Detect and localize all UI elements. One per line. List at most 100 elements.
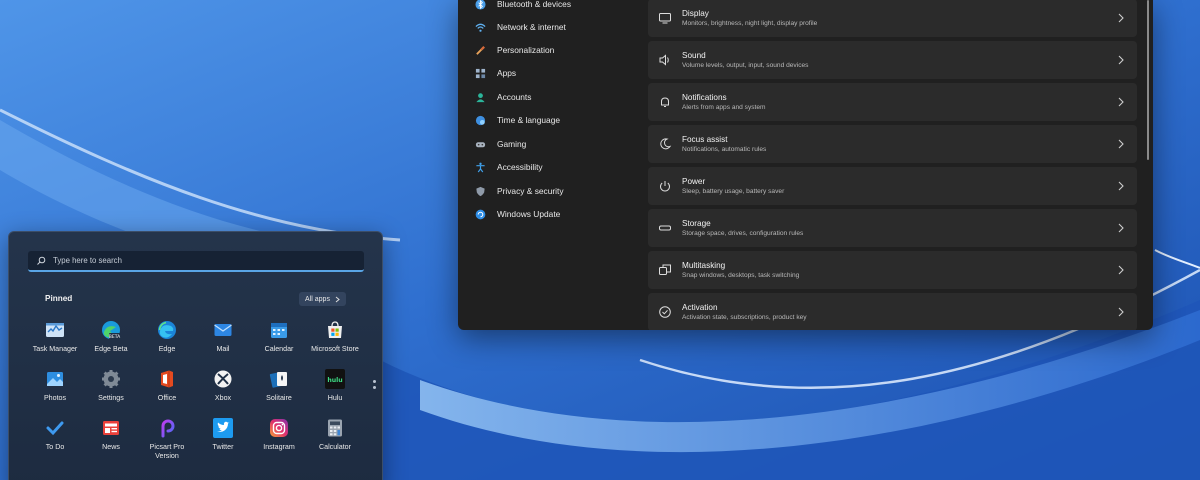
picsart-icon	[157, 418, 177, 438]
xbox-icon	[213, 369, 233, 389]
card-multitasking[interactable]: Multitasking Snap windows, desktops, task…	[648, 251, 1137, 289]
instagram-icon	[269, 418, 289, 438]
nav-label: Personalization	[497, 45, 555, 55]
pinned-app-xbox[interactable]: Xbox	[193, 369, 253, 403]
pinned-app-instagram[interactable]: Instagram	[249, 418, 309, 452]
app-label: News	[102, 443, 120, 451]
edge-beta-icon: BETA	[101, 320, 121, 340]
card-sound[interactable]: Sound Volume levels, output, input, sound…	[648, 41, 1137, 79]
brush-icon	[473, 43, 487, 57]
all-apps-button[interactable]: All apps	[299, 292, 346, 306]
app-label: Hulu	[327, 394, 343, 402]
bluetooth-icon	[473, 0, 487, 11]
chevron-right-icon	[1118, 181, 1124, 191]
card-display[interactable]: Display Monitors, brightness, night light…	[648, 0, 1137, 37]
app-label: Mail	[216, 345, 230, 353]
pinned-app-solitaire[interactable]: Solitaire	[249, 369, 309, 403]
card-notifications[interactable]: Notifications Alerts from apps and system	[648, 83, 1137, 121]
nav-label: Accessibility	[497, 162, 543, 172]
card-subtitle: Activation state, subscriptions, product…	[682, 313, 807, 321]
app-label: To Do	[45, 443, 65, 451]
photos-icon	[45, 369, 65, 389]
app-label: Solitaire	[266, 394, 292, 402]
chevron-right-icon	[1118, 307, 1124, 317]
task-manager-icon	[45, 320, 65, 340]
search-icon	[37, 256, 46, 265]
moon-icon	[657, 136, 673, 152]
search-placeholder: Type here to search	[53, 256, 122, 265]
nav-apps[interactable]: Apps	[468, 62, 644, 84]
settings-scrollbar[interactable]	[1147, 0, 1149, 160]
nav-label: Accounts	[497, 92, 532, 102]
chevron-right-icon	[1118, 265, 1124, 275]
nav-label: Apps	[497, 68, 517, 78]
settings-nav: Bluetooth & devices Network & internet P…	[458, 0, 646, 330]
pinned-app-edge[interactable]: Edge	[137, 320, 197, 354]
card-title: Storage	[682, 218, 711, 228]
chevron-right-icon	[1118, 13, 1124, 23]
nav-gaming[interactable]: Gaming	[468, 133, 644, 155]
pinned-app-news[interactable]: News	[81, 418, 141, 452]
settings-window: Bluetooth & devices Network & internet P…	[458, 0, 1153, 330]
card-title: Sound	[682, 50, 706, 60]
app-label: Photos	[43, 394, 67, 402]
pinned-page-indicator[interactable]	[373, 380, 376, 392]
pinned-app-office[interactable]: Office	[137, 369, 197, 403]
chevron-right-icon	[1118, 55, 1124, 65]
edge-icon	[157, 320, 177, 340]
card-storage[interactable]: Storage Storage space, drives, configurat…	[648, 209, 1137, 247]
speaker-icon	[657, 52, 673, 68]
globe-clock-icon	[473, 113, 487, 127]
card-title: Focus assist	[682, 134, 728, 144]
settings-gear-icon	[101, 369, 121, 389]
pinned-app-calendar[interactable]: Calendar	[249, 320, 309, 354]
mail-icon	[213, 320, 233, 340]
chevron-right-icon	[1118, 223, 1124, 233]
update-icon	[473, 207, 487, 221]
settings-content: Display Monitors, brightness, night light…	[648, 0, 1138, 330]
pinned-app-twitter[interactable]: Twitter	[193, 418, 253, 452]
card-focus-assist[interactable]: Focus assist Notifications, automatic rul…	[648, 125, 1137, 163]
chevron-right-icon	[335, 296, 340, 302]
card-activation[interactable]: Activation Activation state, subscription…	[648, 293, 1137, 330]
calculator-icon	[325, 418, 345, 438]
pinned-app-hulu[interactable]: hulu Hulu	[305, 369, 365, 403]
calendar-icon	[269, 320, 289, 340]
nav-windows-update[interactable]: Windows Update	[468, 203, 644, 225]
app-label: Instagram	[263, 443, 295, 451]
multitask-icon	[657, 262, 673, 278]
app-label: Edge	[158, 345, 176, 353]
nav-privacy-security[interactable]: Privacy & security	[468, 180, 644, 202]
pinned-app-microsoft-store[interactable]: Microsoft Store	[305, 320, 365, 354]
pinned-app-settings[interactable]: Settings	[81, 369, 141, 403]
pinned-app-picsart[interactable]: Picsart Pro Version	[137, 418, 197, 461]
person-icon	[473, 90, 487, 104]
app-label: Calculator	[319, 443, 351, 451]
nav-label: Time & language	[497, 115, 561, 125]
shield-icon	[473, 184, 487, 198]
nav-network-internet[interactable]: Network & internet	[468, 16, 644, 38]
nav-personalization[interactable]: Personalization	[468, 39, 644, 61]
nav-label: Bluetooth & devices	[497, 0, 572, 9]
nav-accounts[interactable]: Accounts	[468, 86, 644, 108]
nav-accessibility[interactable]: Accessibility	[468, 156, 644, 178]
store-icon	[325, 320, 345, 340]
card-subtitle: Alerts from apps and system	[682, 103, 766, 111]
pinned-app-photos[interactable]: Photos	[25, 369, 85, 403]
accessibility-icon	[473, 160, 487, 174]
pinned-app-edge-beta[interactable]: BETA Edge Beta	[81, 320, 141, 354]
solitaire-icon	[269, 369, 289, 389]
monitor-icon	[657, 10, 673, 26]
nav-time-language[interactable]: Time & language	[468, 109, 644, 131]
card-subtitle: Notifications, automatic rules	[682, 145, 767, 153]
pinned-app-mail[interactable]: Mail	[193, 320, 253, 354]
card-title: Notifications	[682, 92, 727, 102]
pinned-app-to-do[interactable]: To Do	[25, 418, 85, 452]
card-power[interactable]: Power Sleep, battery usage, battery saver	[648, 167, 1137, 205]
pinned-app-task-manager[interactable]: Task Manager	[25, 320, 85, 354]
pinned-app-calculator[interactable]: Calculator	[305, 418, 365, 452]
search-input[interactable]: Type here to search	[28, 251, 364, 272]
card-title: Power	[682, 176, 706, 186]
nav-bluetooth-devices[interactable]: Bluetooth & devices	[468, 0, 644, 15]
card-subtitle: Volume levels, output, input, sound devi…	[682, 61, 809, 69]
